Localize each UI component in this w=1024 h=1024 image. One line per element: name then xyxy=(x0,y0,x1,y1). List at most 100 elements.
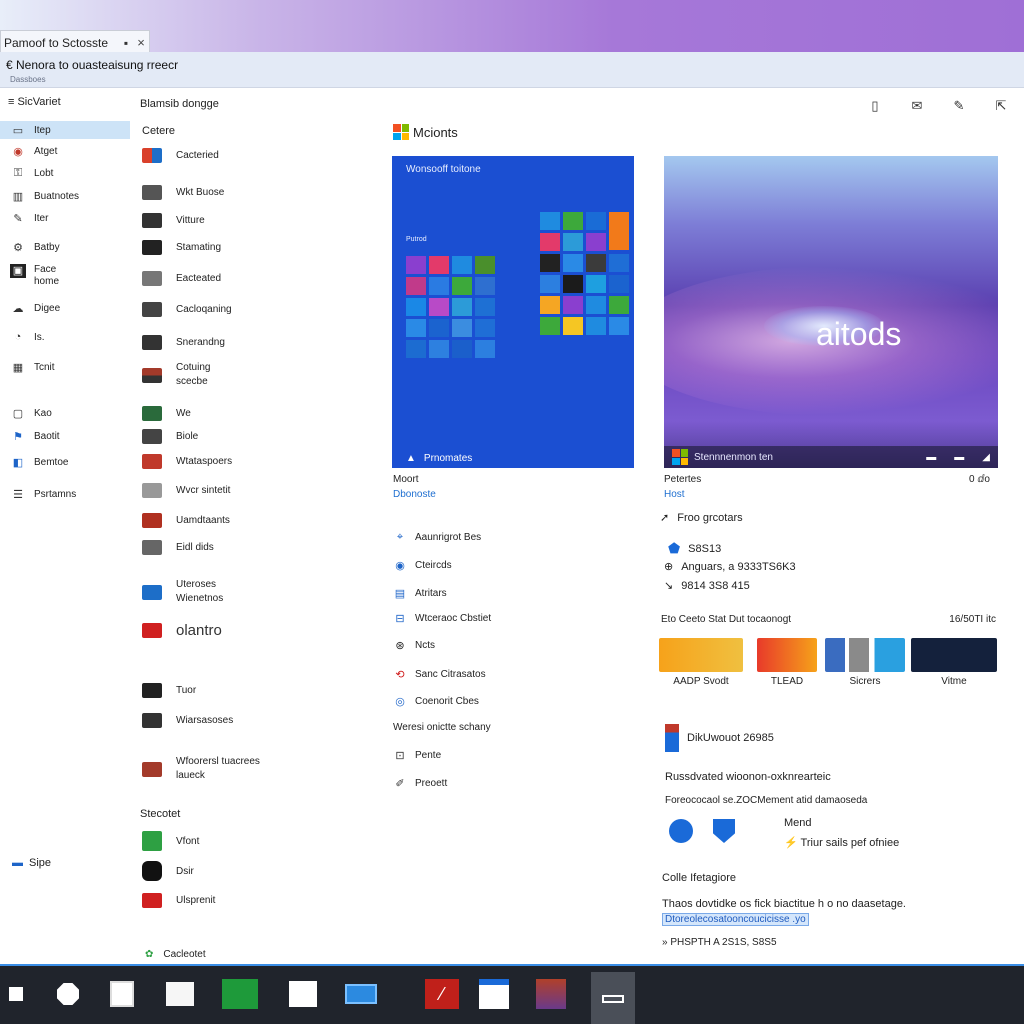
app-tile[interactable] xyxy=(911,638,997,672)
sidebar-item-label: Iter xyxy=(34,212,49,224)
sidebar-footer[interactable]: ▬ Sipe xyxy=(12,857,51,869)
list-item[interactable]: ⊡ Pente xyxy=(393,748,441,762)
app-tile[interactable] xyxy=(825,638,905,672)
list-item[interactable]: ▤ Atritars xyxy=(393,586,447,600)
sidebar-item-iter[interactable]: ✎ Iter xyxy=(0,209,130,227)
taskbar-app[interactable] xyxy=(478,978,510,1010)
sidebar-item-batby[interactable]: ⚙ Batby xyxy=(0,238,130,256)
expand-icon[interactable]: ◢ xyxy=(982,452,990,463)
list-item[interactable]: Ulsprenit xyxy=(142,893,215,908)
list-item[interactable]: Tuor xyxy=(142,683,196,698)
list-item[interactable]: ⊛ Ncts xyxy=(393,638,435,652)
eye-icon: ◉ xyxy=(395,559,405,572)
panel-icon[interactable]: ▯ xyxy=(866,98,884,114)
list-item[interactable]: Wvcr sintetit xyxy=(142,483,230,498)
list-item[interactable]: Biole xyxy=(142,429,198,444)
list-item[interactable]: Wkt Buose xyxy=(142,185,224,200)
list-section-heading: Weresi onictte schany xyxy=(393,722,491,733)
app-thumbnail xyxy=(142,271,162,286)
sidebar-item-is[interactable]: ◔ Is. xyxy=(0,328,130,346)
list-item[interactable]: Wtataspoers xyxy=(142,454,232,469)
list-item[interactable]: Vfont xyxy=(142,831,199,851)
download-row[interactable]: DikUwouot 26985 xyxy=(665,724,774,752)
sidebar-item-face-home[interactable]: ▣ Face home xyxy=(0,264,130,292)
sidebar-item-itep[interactable]: ▭ Itep xyxy=(0,121,130,139)
card-meta-left: Moort Dbonoste xyxy=(393,474,436,500)
list-item[interactable]: Wfoorersl tuacrees laueck xyxy=(142,755,276,783)
list-item[interactable]: olantro xyxy=(142,622,222,639)
sync-icon: ⟲ xyxy=(395,668,405,681)
list-item-label: Eacteated xyxy=(176,273,222,284)
list-item[interactable]: We xyxy=(142,406,191,421)
sidebar-item-lobt[interactable]: ⚿ Lobt xyxy=(0,164,130,182)
list-item[interactable]: Eacteated xyxy=(142,271,221,286)
feature-row[interactable]: ➚ Froo grcotars xyxy=(660,511,743,525)
app-tile[interactable] xyxy=(659,638,743,672)
list-item-label: Wvcr sintetit xyxy=(176,485,231,496)
card-footer: ▲ Prnomates xyxy=(406,453,472,464)
sidebar-item-tcnit[interactable]: ▦ Tcnit xyxy=(0,358,130,376)
product-card-start[interactable]: Wonsooff toitone Putrod ▲ Prnomates xyxy=(392,156,634,468)
taskbar-app[interactable] xyxy=(344,978,378,1010)
target-icon: ◉ xyxy=(13,145,23,158)
list-item[interactable]: ✐ Preoett xyxy=(393,776,447,790)
mail-icon[interactable]: ✉ xyxy=(908,98,926,114)
minimize-icon[interactable]: ▬ xyxy=(926,452,936,463)
windows-logo-icon xyxy=(393,124,409,140)
taskbar-app[interactable] xyxy=(108,978,136,1010)
list-item[interactable]: Vitture xyxy=(142,213,205,228)
list-item-label: Cteircds xyxy=(415,559,452,571)
list-item[interactable]: Uteroses Wienetnos xyxy=(142,578,246,606)
sidebar-item-kao[interactable]: ▢ Kao xyxy=(0,404,130,422)
title-bar: Pamoof to Sctosste ▪ × xyxy=(0,0,1024,54)
prefix-link[interactable]: Dtoreolecosatooncoucicisse .yo xyxy=(662,913,809,926)
meta-link[interactable]: Dbonoste xyxy=(393,489,436,500)
list-item[interactable]: ◎ Coenorit Cbes xyxy=(393,694,479,708)
list-item[interactable]: Uamdtaants xyxy=(142,513,230,528)
tab-active[interactable]: Pamoof to Sctosste ▪ × xyxy=(0,30,150,54)
lock-icon: ⚿ xyxy=(13,166,23,179)
list-item[interactable]: Cacloqaning xyxy=(142,302,232,317)
list-item[interactable]: Stamating xyxy=(142,240,221,255)
list-item[interactable]: Eidl dids xyxy=(142,540,214,555)
list-item[interactable]: ◉ Cteircds xyxy=(393,558,452,572)
meta-link[interactable]: Host xyxy=(664,489,998,500)
windows-logo-icon xyxy=(672,449,688,465)
badge-icon xyxy=(713,819,735,843)
start-button[interactable] xyxy=(6,978,26,1010)
notes-icon: ▥ xyxy=(12,190,24,203)
search-button[interactable] xyxy=(52,978,84,1010)
square-icon: ⊡ xyxy=(395,749,405,762)
list-item[interactable]: Dsir xyxy=(142,861,194,881)
sidebar-item-psrtamns[interactable]: ☰ Psrtamns xyxy=(0,485,130,503)
list-item[interactable]: Wiarsasoses xyxy=(142,713,233,728)
restore-icon[interactable]: ▬ xyxy=(954,452,964,463)
list-item[interactable]: Cacteried xyxy=(142,148,219,163)
share-icon[interactable]: ⇱ xyxy=(992,98,1010,114)
taskbar-app-active[interactable] xyxy=(591,972,635,1024)
list-item[interactable]: ⊟ Wtceraoc Cbstiet xyxy=(393,611,491,625)
edit-icon[interactable]: ✎ xyxy=(950,98,968,114)
list-item[interactable]: ⌖ Aaunrigrot Bes xyxy=(393,530,481,544)
sidebar-item-baotit[interactable]: ⚑ Baotit xyxy=(0,427,130,445)
sidebar-item-bemtoe[interactable]: ◧ Bemtoe xyxy=(0,453,130,471)
globe-icon: ⊕ xyxy=(664,561,674,573)
sidebar-item-digee[interactable]: ☁ Digee xyxy=(0,299,130,317)
dropdown-icon[interactable]: ▪ xyxy=(119,36,133,50)
meta-title: Moort xyxy=(393,474,419,485)
list-item-label: Cacteried xyxy=(176,150,219,161)
close-icon[interactable]: × xyxy=(133,35,149,50)
taskbar-app[interactable] xyxy=(288,978,318,1010)
list-item[interactable]: Snerandng xyxy=(142,335,225,350)
sidebar-item-buatnotes[interactable]: ▥ Buatnotes xyxy=(0,187,130,205)
taskbar-app[interactable] xyxy=(535,978,567,1010)
sidebar-item-atget[interactable]: ◉ Atget xyxy=(0,142,130,160)
taskbar-app[interactable]: ⁄ xyxy=(424,978,460,1010)
product-card-hero[interactable]: aitods Stennnenmon ten ▬ ▬ ◢ xyxy=(664,156,998,468)
taskbar-app[interactable] xyxy=(220,978,260,1010)
app-tile[interactable] xyxy=(757,638,817,672)
taskbar-app[interactable] xyxy=(164,978,196,1010)
list-item[interactable]: ⟲ Sanc Citrasatos xyxy=(393,667,485,681)
list-item[interactable]: Cotuing scecbe xyxy=(142,361,226,389)
panel-footer[interactable]: ✿ Cacleotet xyxy=(145,949,206,960)
